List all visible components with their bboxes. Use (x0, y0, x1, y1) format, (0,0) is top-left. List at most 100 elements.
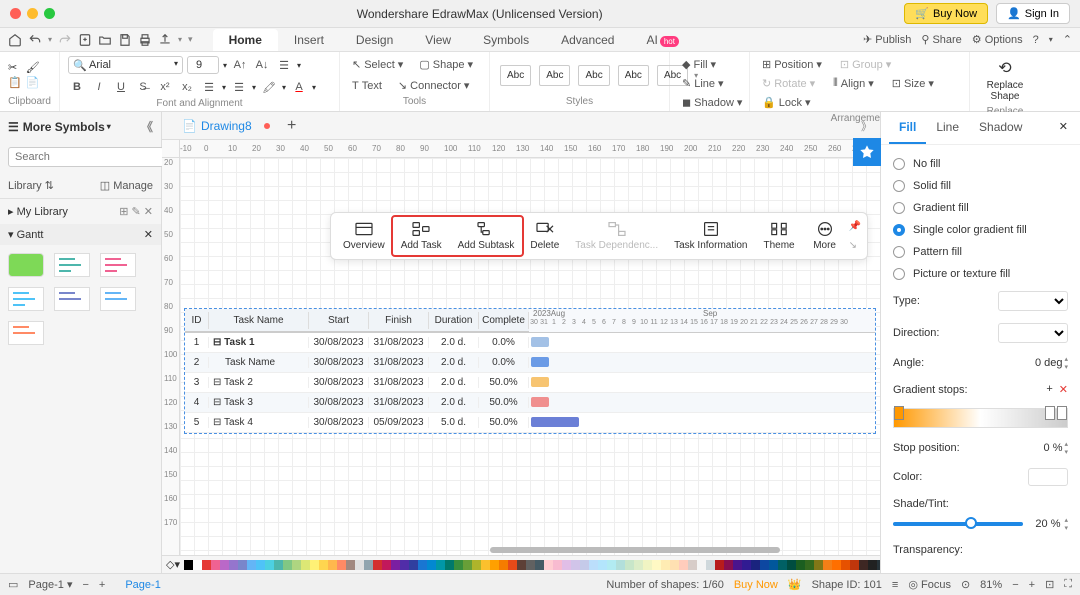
search-input[interactable] (8, 147, 164, 167)
text-color-icon[interactable]: A (290, 78, 308, 96)
line-button[interactable]: ✎ Line ▾ (678, 75, 746, 92)
color-swatch[interactable] (364, 560, 373, 570)
group-button[interactable]: ⊡ Group ▾ (836, 56, 895, 73)
color-swatch[interactable] (229, 560, 238, 570)
color-swatch[interactable] (562, 560, 571, 570)
zoom-out-icon[interactable]: − (1012, 579, 1018, 591)
tab-ai[interactable]: AIhot (630, 29, 694, 51)
decrease-font-icon[interactable]: A↓ (253, 56, 271, 74)
options-button[interactable]: ⚙ Options (972, 33, 1023, 46)
color-swatch[interactable] (553, 560, 562, 570)
color-swatch[interactable] (652, 560, 661, 570)
color-swatch[interactable] (328, 560, 337, 570)
shape-tool[interactable]: ▢ Shape ▾ (415, 56, 477, 73)
toolbar-more-icon[interactable]: ↘ (849, 240, 861, 251)
superscript-icon[interactable]: x² (156, 78, 174, 96)
color-swatch[interactable] (670, 560, 679, 570)
cut-icon[interactable]: ✂ (8, 61, 22, 74)
select-tool[interactable]: ↖ Select ▾ (348, 56, 407, 73)
manage-button[interactable]: ◫ Manage (100, 179, 153, 192)
opt-no-fill[interactable]: No fill (893, 153, 1068, 175)
color-swatch[interactable] (409, 560, 418, 570)
remove-stop-icon[interactable]: ✕ (1059, 383, 1068, 396)
color-swatch[interactable] (607, 560, 616, 570)
close-panel-icon[interactable]: ✕ (1055, 112, 1072, 144)
position-button[interactable]: ⊞ Position ▾ (758, 56, 826, 73)
color-swatch[interactable] (400, 560, 409, 570)
table-row[interactable]: 2Task Name30/08/202331/08/20232.0 d.0.0% (185, 353, 875, 373)
color-swatch[interactable] (265, 560, 274, 570)
format-painter-icon[interactable]: 🖌 (26, 61, 40, 74)
subscript-icon[interactable]: x₂ (178, 78, 196, 96)
shape-gantt-4[interactable] (54, 287, 90, 311)
next-page-icon[interactable]: + (99, 579, 105, 591)
color-swatch[interactable] (859, 560, 868, 570)
new-doc-icon[interactable] (78, 33, 92, 47)
align-left-icon[interactable]: ☰ (275, 56, 293, 74)
opt-solid-fill[interactable]: Solid fill (893, 175, 1068, 197)
fit-page-icon[interactable]: ⊡ (1045, 578, 1054, 591)
tab-symbols[interactable]: Symbols (467, 29, 545, 51)
gradient-stop-2[interactable] (1045, 406, 1055, 420)
redo-icon[interactable] (58, 33, 72, 47)
palette-dropper-icon[interactable]: ◇▾ (166, 558, 180, 571)
color-swatch[interactable] (391, 560, 400, 570)
color-swatch[interactable] (382, 560, 391, 570)
close-section-icon[interactable]: ✕ (144, 228, 153, 241)
color-swatch[interactable] (688, 560, 697, 570)
copy-icon[interactable]: 📋 (8, 76, 22, 89)
color-swatch[interactable] (580, 560, 589, 570)
page-tab[interactable]: Page-1 (115, 577, 170, 593)
help-icon[interactable]: ? (1033, 34, 1039, 46)
color-swatch[interactable] (211, 560, 220, 570)
color-swatch[interactable] (472, 560, 481, 570)
opt-gradient-fill[interactable]: Gradient fill (893, 197, 1068, 219)
export-icon[interactable] (158, 33, 172, 47)
color-swatch[interactable] (778, 560, 787, 570)
increase-font-icon[interactable]: A↑ (231, 56, 249, 74)
strikethrough-icon[interactable]: S̶ (134, 78, 152, 96)
color-swatch[interactable] (517, 560, 526, 570)
color-swatch[interactable] (769, 560, 778, 570)
upgrade-icon[interactable]: 👑 (788, 578, 802, 591)
lock-button[interactable]: 🔒 Lock ▾ (758, 94, 814, 111)
prev-page-icon[interactable]: − (82, 579, 88, 591)
color-swatch[interactable] (301, 560, 310, 570)
color-swatch[interactable] (787, 560, 796, 570)
more-tool[interactable]: More (803, 217, 847, 255)
collapse-ribbon-icon[interactable]: ⌃ (1063, 33, 1072, 46)
status-buy-now[interactable]: Buy Now (734, 579, 778, 591)
overview-tool[interactable]: Overview (335, 217, 393, 255)
line-tab[interactable]: Line (926, 112, 969, 144)
color-swatch[interactable] (310, 560, 319, 570)
shade-stepper[interactable]: ▴▾ (1064, 516, 1068, 532)
gradient-stop-3[interactable] (1057, 406, 1067, 420)
line-spacing-icon[interactable]: ☰ (230, 78, 248, 96)
color-swatch[interactable] (535, 560, 544, 570)
italic-icon[interactable]: I (90, 78, 108, 96)
color-swatch[interactable] (571, 560, 580, 570)
home-icon[interactable] (8, 33, 22, 47)
focus-mode[interactable]: ◎ Focus (908, 578, 951, 591)
color-swatch[interactable] (490, 560, 499, 570)
open-icon[interactable] (98, 33, 112, 47)
expand-right-icon[interactable]: 》 (861, 118, 872, 134)
color-swatch[interactable] (616, 560, 625, 570)
gantt-chart[interactable]: ID Task Name Start Finish Duration Compl… (184, 308, 876, 434)
color-swatch[interactable] (661, 560, 670, 570)
layers-icon[interactable]: ≡ (892, 579, 898, 591)
rotate-button[interactable]: ↻ Rotate ▾ (758, 75, 819, 92)
add-tab-button[interactable]: + (282, 116, 302, 136)
highlight-icon[interactable]: 🖍 (260, 78, 278, 96)
style-preview-4[interactable]: Abc (618, 65, 649, 86)
color-swatch[interactable] (625, 560, 634, 570)
my-library-item[interactable]: ▸ My Library ⊞ ✎ ✕ (0, 199, 161, 224)
replace-shape-button[interactable]: ⟲ Replace Shape (978, 56, 1032, 104)
opt-single-color[interactable]: Single color gradient fill (893, 219, 1068, 241)
color-swatch[interactable] (184, 560, 193, 570)
opt-picture-fill[interactable]: Picture or texture fill (893, 263, 1068, 285)
color-swatch[interactable] (499, 560, 508, 570)
color-swatch[interactable] (454, 560, 463, 570)
color-swatch[interactable] (436, 560, 445, 570)
shadow-tab[interactable]: Shadow (969, 112, 1032, 144)
